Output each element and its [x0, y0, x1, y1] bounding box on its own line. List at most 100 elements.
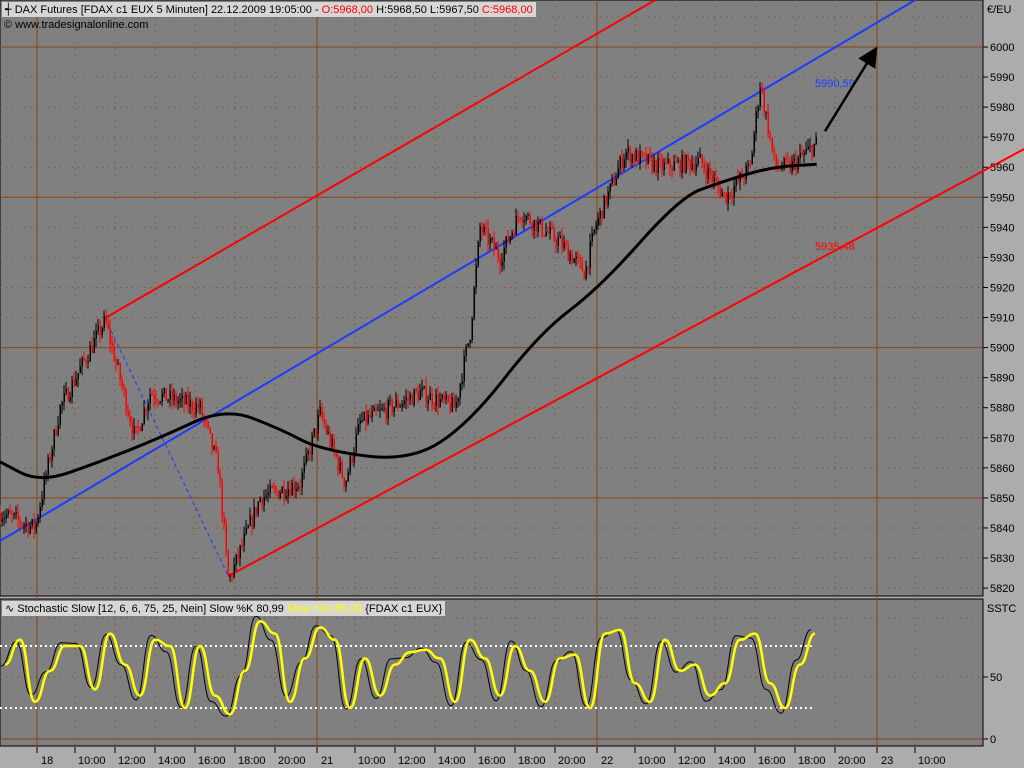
candle-body: [61, 402, 63, 406]
candle-body: [431, 393, 433, 405]
candle-body: [173, 394, 175, 401]
candle-body: [639, 151, 641, 164]
candle-body: [511, 232, 513, 237]
candle-body: [161, 393, 163, 402]
candle-body: [341, 462, 343, 478]
candle-body: [277, 491, 279, 498]
candle-body: [391, 399, 393, 413]
candle-body: [189, 400, 191, 407]
stoch-k-label: Slow %K 80,99: [209, 603, 284, 615]
candle-body: [271, 485, 273, 488]
candle-body: [79, 366, 81, 374]
candle-body: [641, 151, 643, 154]
candle-body: [495, 247, 497, 250]
candle-body: [347, 472, 349, 482]
candle-body: [147, 403, 149, 412]
candle-body: [769, 134, 771, 138]
candle-body: [675, 161, 677, 163]
candle-body: [313, 428, 315, 436]
candle-body: [21, 523, 23, 526]
candle-body: [29, 525, 31, 533]
chart-canvas[interactable]: 6000 5990 5980 5970 5960 5950 5940 5930 5920 5910…: [0, 0, 1024, 768]
candle-body: [501, 261, 503, 266]
candle-body: [411, 395, 413, 405]
candle-body: [193, 410, 195, 414]
candle-body: [535, 220, 537, 232]
stochastic-icon[interactable]: ∿: [5, 603, 14, 615]
candle-body: [261, 498, 263, 506]
candle-body: [119, 363, 121, 381]
x-tick-label: 10:00: [358, 755, 386, 767]
candle-body: [253, 507, 255, 527]
candle-body: [267, 492, 269, 496]
candle-body: [31, 519, 33, 526]
candle-body: [389, 399, 391, 401]
candle-body: [453, 397, 455, 408]
candle-body: [625, 152, 627, 160]
candle-body: [805, 149, 807, 154]
y-tick-label: 5850: [990, 493, 1014, 505]
candle-body: [479, 226, 481, 242]
candle-body: [207, 421, 209, 428]
candle-body: [629, 147, 631, 163]
x-tick-label: 14:00: [438, 755, 466, 767]
candle-body: [681, 155, 683, 173]
y-tick-label: 5840: [990, 523, 1014, 535]
candle-body: [213, 446, 215, 449]
candle-body: [49, 457, 51, 461]
x-tick-label: 18:00: [238, 755, 266, 767]
y-tick-label: 5940: [990, 222, 1014, 234]
candle-body: [811, 145, 813, 157]
candle-body: [477, 241, 479, 266]
candle-body: [397, 399, 399, 408]
candle-body: [251, 516, 253, 527]
candle-body: [661, 159, 663, 170]
candle-body: [317, 415, 319, 434]
candle-body: [215, 446, 217, 453]
candle-body: [281, 487, 283, 494]
candle-body: [413, 389, 415, 405]
candle-body: [259, 498, 261, 503]
candle-body: [361, 420, 363, 422]
candle-body: [761, 87, 763, 92]
candle-body: [137, 426, 139, 428]
candle-body: [357, 424, 359, 435]
x-tick-label: 16:00: [478, 755, 506, 767]
candle-body: [499, 258, 501, 266]
candle-body: [459, 383, 461, 398]
candle-body: [377, 410, 379, 412]
candle-body: [293, 483, 295, 492]
x-tick-label: 10:00: [638, 755, 666, 767]
candle-body: [235, 554, 237, 565]
candle-body: [159, 401, 161, 403]
candle-body: [617, 168, 619, 179]
candle-body: [569, 254, 571, 261]
candle-body: [505, 236, 507, 248]
candle-body: [487, 227, 489, 245]
candle-body: [773, 149, 775, 155]
datetime-label: 22.12.2009 19:05:00 -: [210, 4, 319, 16]
candle-body: [131, 423, 133, 434]
x-tick-label: 16:00: [758, 755, 786, 767]
candle-body: [55, 429, 57, 435]
y-tick-label: 5890: [990, 373, 1014, 385]
candle-body: [555, 239, 557, 246]
candle-body: [787, 160, 789, 162]
candle-body: [523, 221, 525, 223]
candle-body: [635, 150, 637, 161]
candle-body: [369, 414, 371, 418]
candle-body: [547, 231, 549, 234]
candle-body: [167, 399, 169, 401]
candle-body: [175, 394, 177, 404]
candle-body: [111, 343, 113, 346]
stochastic-title: Stochastic Slow [12, 6, 6, 75, 25, Nein]: [17, 603, 207, 615]
crosshair-icon[interactable]: ┽: [5, 4, 12, 16]
candle-body: [679, 160, 681, 173]
candle-body: [71, 380, 73, 398]
candle-body: [751, 153, 753, 165]
candle-body: [667, 159, 669, 163]
candle-body: [585, 266, 587, 279]
candle-body: [197, 404, 199, 409]
high-value: H:5968,50: [376, 4, 427, 16]
x-tick-label: 14:00: [718, 755, 746, 767]
